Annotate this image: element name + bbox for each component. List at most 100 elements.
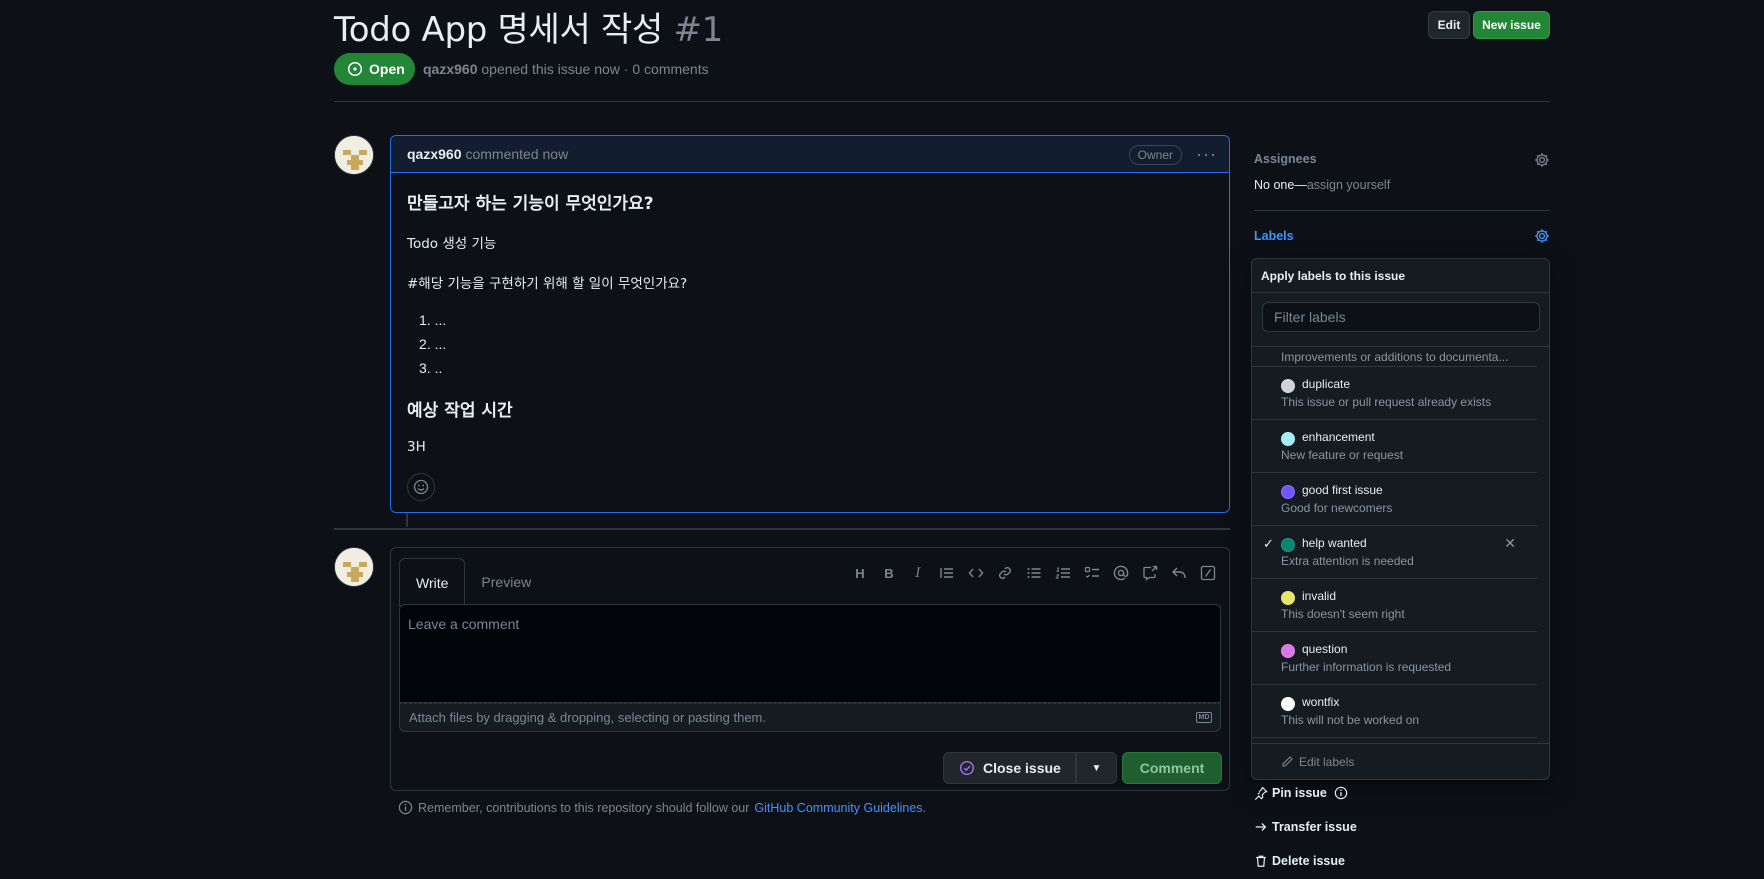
list-item: 2. ...: [419, 336, 447, 352]
labels-heading[interactable]: Labels: [1254, 229, 1294, 243]
saved-reply-icon[interactable]: [1170, 564, 1188, 582]
issue-comment: qazx960 commented now Owner ··· 만들고자 하는 …: [390, 135, 1230, 513]
close-icon[interactable]: ✕: [1504, 535, 1516, 552]
arrow-right-icon: [1255, 823, 1267, 831]
label-item[interactable]: ✓ help wanted Extra attention is needed ✕: [1252, 526, 1537, 579]
label-description: This issue or pull request already exist…: [1281, 395, 1492, 409]
filter-wrapper: Filter labels: [1252, 293, 1549, 347]
label-name: good first issue: [1302, 483, 1383, 497]
avatar[interactable]: [334, 135, 374, 175]
label-description: New feature or request: [1281, 448, 1404, 462]
filter-labels-input[interactable]: Filter labels: [1262, 302, 1540, 332]
comment-ordered-list: 1. ... 2. ... 3. ..: [419, 312, 1213, 376]
link-icon[interactable]: [996, 564, 1014, 582]
label-color-swatch: [1281, 644, 1295, 658]
labels-list: Improvements or additions to documenta..…: [1252, 347, 1537, 745]
timeline-divider: [334, 528, 1230, 530]
code-icon[interactable]: [967, 564, 985, 582]
info-icon: [1334, 786, 1348, 800]
info-icon: [398, 800, 413, 815]
label-name: question: [1302, 642, 1348, 656]
header-divider: [334, 101, 1550, 102]
gear-icon[interactable]: [1534, 228, 1550, 244]
ordered-list-icon[interactable]: [1054, 564, 1072, 582]
list-item: 3. ..: [419, 360, 443, 376]
note-text: Remember, contributions to this reposito…: [418, 800, 750, 815]
issue-number: #1: [673, 10, 723, 50]
task-list-icon[interactable]: [1083, 564, 1101, 582]
attach-files-area[interactable]: Attach files by dragging & dropping, sel…: [399, 703, 1221, 732]
new-issue-button[interactable]: New issue: [1473, 11, 1550, 39]
label-item[interactable]: good first issue Good for newcomers: [1252, 473, 1537, 526]
issue-title: Todo App 명세서 작성 #1: [334, 2, 723, 51]
label-item[interactable]: invalid This doesn't seem right: [1252, 579, 1537, 632]
triangle-down-icon: ▼: [1091, 762, 1102, 774]
attach-files-text: Attach files by dragging & dropping, sel…: [409, 710, 766, 725]
close-issue-label: Close issue: [983, 760, 1061, 776]
label-color-swatch: [1281, 591, 1295, 605]
label-description: Further information is requested: [1281, 660, 1452, 674]
slash-command-icon[interactable]: [1199, 564, 1217, 582]
edit-labels-label: Edit labels: [1299, 754, 1355, 769]
bold-icon[interactable]: B: [880, 564, 898, 582]
status-label: Open: [369, 61, 405, 77]
close-issue-button[interactable]: Close issue: [943, 752, 1076, 784]
avatar[interactable]: [334, 547, 374, 587]
guidelines-note: Remember, contributions to this reposito…: [398, 800, 926, 815]
issue-meta: qazx960 opened this issue now · 0 commen…: [423, 61, 709, 77]
transfer-issue-label: Transfer issue: [1272, 820, 1357, 834]
assignees-value: No one—assign yourself: [1254, 178, 1390, 192]
label-item[interactable]: question Further information is requested: [1252, 632, 1537, 685]
labels-dropdown-title: Apply labels to this issue: [1252, 259, 1549, 293]
markdown-toolbar: H B I: [851, 564, 1217, 582]
gear-icon[interactable]: [1534, 152, 1550, 168]
comment-body: 만들고자 하는 기능이 무엇인가요? Todo 생성 기능 #해당 기능을 구현…: [391, 173, 1229, 491]
issue-title-text: Todo App 명세서 작성: [334, 10, 663, 50]
label-item[interactable]: wontfix This will not be worked on: [1252, 685, 1537, 738]
comment-header: qazx960 commented now Owner ···: [391, 136, 1229, 173]
delete-issue-button[interactable]: Delete issue: [1254, 854, 1345, 868]
tab-write[interactable]: Write: [399, 558, 466, 606]
label-color-swatch: [1281, 697, 1295, 711]
composer-tabs: Write Preview: [399, 558, 547, 606]
author-link[interactable]: qazx960: [423, 61, 477, 77]
italic-icon[interactable]: I: [909, 564, 927, 582]
tab-preview[interactable]: Preview: [465, 558, 547, 606]
identicon-icon: [335, 136, 373, 174]
cross-reference-icon[interactable]: [1141, 564, 1159, 582]
mention-icon[interactable]: [1112, 564, 1130, 582]
label-color-swatch: [1281, 432, 1295, 446]
smiley-icon: [413, 479, 429, 495]
pin-issue-button[interactable]: Pin issue: [1254, 786, 1348, 800]
edit-button[interactable]: Edit: [1428, 11, 1470, 39]
unordered-list-icon[interactable]: [1025, 564, 1043, 582]
owner-badge: Owner: [1128, 145, 1182, 165]
edit-labels-link[interactable]: Edit labels: [1252, 743, 1549, 779]
delete-issue-label: Delete issue: [1272, 854, 1345, 868]
assign-yourself-link[interactable]: assign yourself: [1307, 178, 1390, 192]
comment-button[interactable]: Comment: [1122, 752, 1222, 784]
note-end: .: [922, 800, 927, 815]
label-item-documentation[interactable]: Improvements or additions to documenta..…: [1252, 347, 1537, 367]
label-item[interactable]: duplicate This issue or pull request alre…: [1252, 367, 1537, 420]
timeline-line: [406, 513, 408, 527]
pencil-icon: [1282, 756, 1293, 767]
label-item[interactable]: enhancement New feature or request: [1252, 420, 1537, 473]
list-item: 1. ...: [419, 312, 447, 328]
comment-paragraph-1: Todo 생성 기능: [407, 236, 497, 252]
comment-textarea[interactable]: Leave a comment: [399, 604, 1221, 703]
quote-icon[interactable]: [938, 564, 956, 582]
heading-icon[interactable]: H: [851, 564, 869, 582]
comment-author[interactable]: qazx960: [407, 146, 461, 162]
assignees-none-text: No one—: [1254, 178, 1307, 192]
label-description: This will not be worked on: [1281, 713, 1420, 727]
close-issue-dropdown[interactable]: ▼: [1076, 752, 1117, 784]
markdown-icon[interactable]: MD: [1196, 712, 1212, 723]
transfer-issue-button[interactable]: Transfer issue: [1254, 820, 1357, 834]
label-name: wontfix: [1302, 695, 1340, 709]
labels-dropdown: Apply labels to this issue Filter labels…: [1251, 258, 1550, 780]
comment-paragraph-2: #해당 기능을 구현하기 위해 할 일이 무엇인가요?: [407, 276, 688, 292]
kebab-menu-icon[interactable]: ···: [1196, 144, 1217, 165]
add-reaction-button[interactable]: [407, 473, 435, 501]
community-guidelines-link[interactable]: GitHub Community Guidelines: [754, 801, 922, 815]
